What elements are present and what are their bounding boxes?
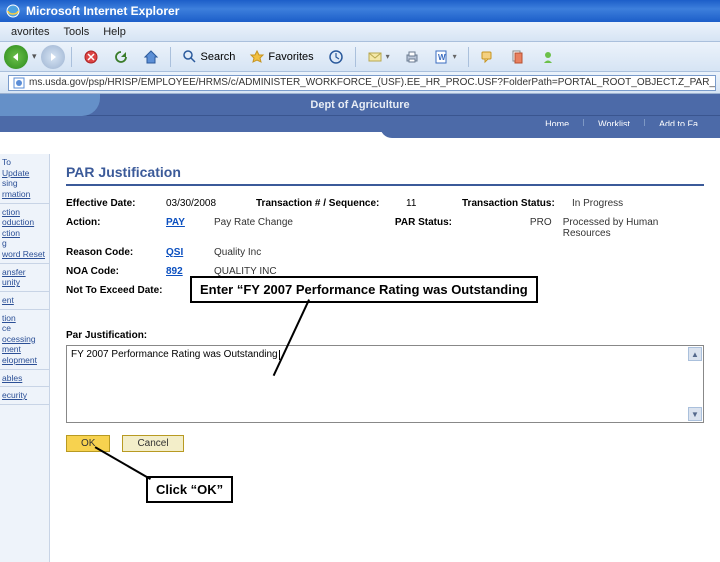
reason-label: Reason Code: (66, 247, 166, 258)
sidebar-item[interactable]: ocessing (2, 334, 47, 345)
sidebar-item[interactable]: word Reset (2, 249, 47, 260)
sidebar-item[interactable]: ent (2, 295, 47, 306)
sidebar-item[interactable]: tion (2, 313, 47, 324)
print-button[interactable] (399, 47, 425, 67)
txn-label: Transaction # / Sequence: (256, 198, 406, 209)
history-button[interactable] (323, 47, 349, 67)
discuss-button[interactable] (475, 47, 501, 67)
ie-toolbar: ▾ Search Favorites ▾ W ▾ (0, 42, 720, 72)
back-button[interactable] (4, 45, 28, 69)
menu-favorites[interactable]: avorites (4, 26, 57, 38)
action-label: Action: (66, 217, 166, 228)
reason-desc: Quality Inc (214, 247, 261, 258)
sidebar-item[interactable]: ction (2, 207, 47, 218)
ie-address-bar: ms.usda.gov/psp/HRISP/EMPLOYEE/HRMS/c/AD… (0, 72, 720, 94)
address-text: ms.usda.gov/psp/HRISP/EMPLOYEE/HRMS/c/AD… (29, 77, 716, 88)
sidebar-item[interactable]: Update (2, 168, 47, 179)
reason-code[interactable]: QSI (166, 247, 214, 258)
favorites-label: Favorites (268, 51, 313, 63)
eff-date-value: 03/30/2008 (166, 198, 256, 209)
scroll-up-icon[interactable]: ▲ (688, 347, 702, 361)
messenger-button[interactable] (535, 47, 561, 67)
ie-menu-bar: avorites Tools Help (0, 22, 720, 42)
callout-click-ok: Click “OK” (146, 476, 233, 503)
portal-curve (0, 132, 720, 154)
page-icon (13, 77, 25, 89)
txn-status-label: Transaction Status: (462, 198, 572, 209)
window-title: Microsoft Internet Explorer (26, 4, 179, 18)
txn-value: 11 (406, 198, 436, 209)
sidebar-item[interactable]: ansfer (2, 267, 47, 278)
scroll-down-icon[interactable]: ▼ (688, 407, 702, 421)
sidebar-item[interactable]: ction (2, 228, 47, 239)
edit-button[interactable]: W ▾ (429, 47, 462, 67)
par-status-desc: Processed by Human Resources (563, 217, 704, 239)
home-button[interactable] (138, 47, 164, 67)
eff-date-label: Effective Date: (66, 198, 166, 209)
sidebar-item[interactable]: elopment (2, 355, 47, 366)
cancel-button[interactable]: Cancel (122, 435, 183, 452)
action-desc: Pay Rate Change (214, 217, 359, 228)
rule (66, 184, 704, 186)
search-label: Search (201, 51, 236, 63)
sidebar: To Update sing rmation ction oduction ct… (0, 154, 50, 562)
par-status-label: PAR Status: (395, 217, 530, 228)
refresh-button[interactable] (108, 47, 134, 67)
main-area: To Update sing rmation ction oduction ct… (0, 154, 720, 562)
ok-button[interactable]: OK (66, 435, 110, 452)
search-button[interactable]: Search (177, 47, 241, 67)
menu-tools[interactable]: Tools (57, 26, 97, 38)
action-code[interactable]: PAY (166, 217, 214, 228)
sidebar-item[interactable]: sing (2, 178, 47, 189)
sidebar-item[interactable]: unity (2, 277, 47, 288)
par-justification-input[interactable]: FY 2007 Performance Rating was Outstandi… (66, 345, 704, 423)
menu-help[interactable]: Help (96, 26, 133, 38)
sidebar-item[interactable]: rmation (2, 189, 47, 200)
svg-text:W: W (438, 53, 446, 62)
par-justification-label: Par Justification: (66, 330, 704, 341)
back-dropdown[interactable]: ▾ (32, 51, 37, 62)
sidebar-item[interactable]: ment (2, 344, 47, 355)
mail-button[interactable]: ▾ (362, 47, 395, 67)
sidebar-item[interactable]: oduction (2, 217, 47, 228)
ie-logo-icon (6, 4, 20, 18)
text-caret (279, 350, 280, 360)
research-button[interactable] (505, 47, 531, 67)
sidebar-item[interactable]: ables (2, 373, 47, 384)
address-input[interactable]: ms.usda.gov/psp/HRISP/EMPLOYEE/HRMS/c/AD… (8, 75, 716, 91)
nte-label: Not To Exceed Date: (66, 285, 196, 296)
favorites-button[interactable]: Favorites (244, 47, 318, 67)
callout-enter-text: Enter “FY 2007 Performance Rating was Ou… (190, 276, 538, 303)
sidebar-item[interactable]: ce (2, 323, 47, 334)
app-header: Dept of Agriculture (0, 94, 720, 116)
stop-button[interactable] (78, 47, 104, 67)
txn-status-value: In Progress (572, 198, 623, 209)
content: PAR Justification Effective Date: 03/30/… (50, 154, 720, 562)
ie-title-bar: Microsoft Internet Explorer (0, 0, 720, 22)
app-title: Dept of Agriculture (310, 99, 409, 111)
sidebar-item[interactable]: g (2, 238, 47, 249)
noa-label: NOA Code: (66, 266, 166, 277)
page-title: PAR Justification (66, 164, 704, 180)
sidebar-item[interactable]: ecurity (2, 390, 47, 401)
forward-button (41, 45, 65, 69)
par-justification-value: FY 2007 Performance Rating was Outstandi… (71, 349, 278, 360)
sidebar-item[interactable]: To (2, 157, 47, 168)
par-status-code: PRO (530, 217, 563, 228)
